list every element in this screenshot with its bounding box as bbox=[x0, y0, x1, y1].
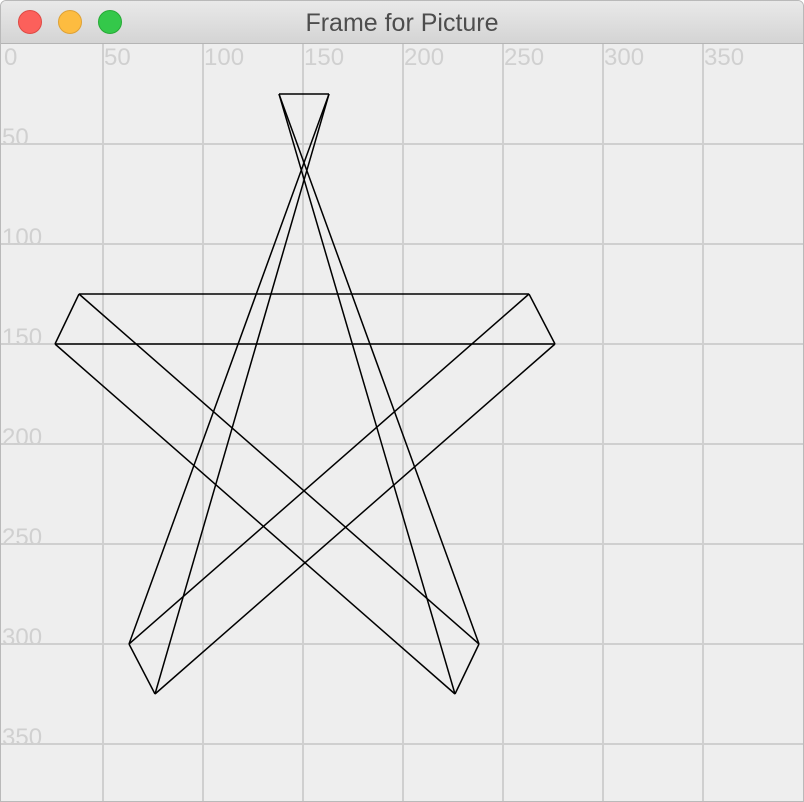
star-segment bbox=[278, 93, 480, 645]
x-tick-label: 250 bbox=[504, 44, 544, 71]
star-segment bbox=[454, 643, 480, 695]
star-segment bbox=[154, 343, 556, 695]
x-tick-label: 0 bbox=[4, 44, 17, 71]
y-tick-label: 150 bbox=[2, 324, 42, 351]
star-figure bbox=[54, 93, 556, 695]
star-segment bbox=[128, 93, 330, 645]
x-tick-label: 150 bbox=[304, 44, 344, 71]
picture-svg: 0 50 100 150 200 250 300 350 50 100 150 200 250 300 35… bbox=[1, 44, 803, 801]
x-tick-label: 300 bbox=[604, 44, 644, 71]
star-segment bbox=[78, 293, 480, 645]
app-window: Frame for Picture 0 50 100 150 200 250 300 350 5… bbox=[0, 0, 804, 802]
y-tick-label: 300 bbox=[2, 624, 42, 651]
x-tick-label: 50 bbox=[104, 44, 131, 71]
y-tick-label: 50 bbox=[2, 124, 29, 151]
y-tick-label: 250 bbox=[2, 524, 42, 551]
y-tick-label: 200 bbox=[2, 424, 42, 451]
star-segment bbox=[128, 643, 156, 695]
y-tick-label: 350 bbox=[2, 724, 42, 751]
star-segment bbox=[528, 293, 556, 345]
window-title: Frame for Picture bbox=[305, 9, 499, 37]
y-tick-label: 100 bbox=[2, 224, 42, 251]
x-tick-label: 100 bbox=[204, 44, 244, 71]
grid-lines bbox=[1, 44, 803, 801]
star-segment bbox=[54, 343, 456, 695]
star-segment bbox=[54, 293, 80, 345]
star-segment bbox=[278, 93, 456, 695]
x-tick-label: 350 bbox=[704, 44, 744, 71]
star-segment bbox=[128, 293, 530, 645]
x-tick-label: 200 bbox=[404, 44, 444, 71]
title-bar[interactable]: Frame for Picture bbox=[1, 1, 803, 44]
drawing-canvas: 0 50 100 150 200 250 300 350 50 100 150 200 250 300 35… bbox=[1, 44, 803, 801]
